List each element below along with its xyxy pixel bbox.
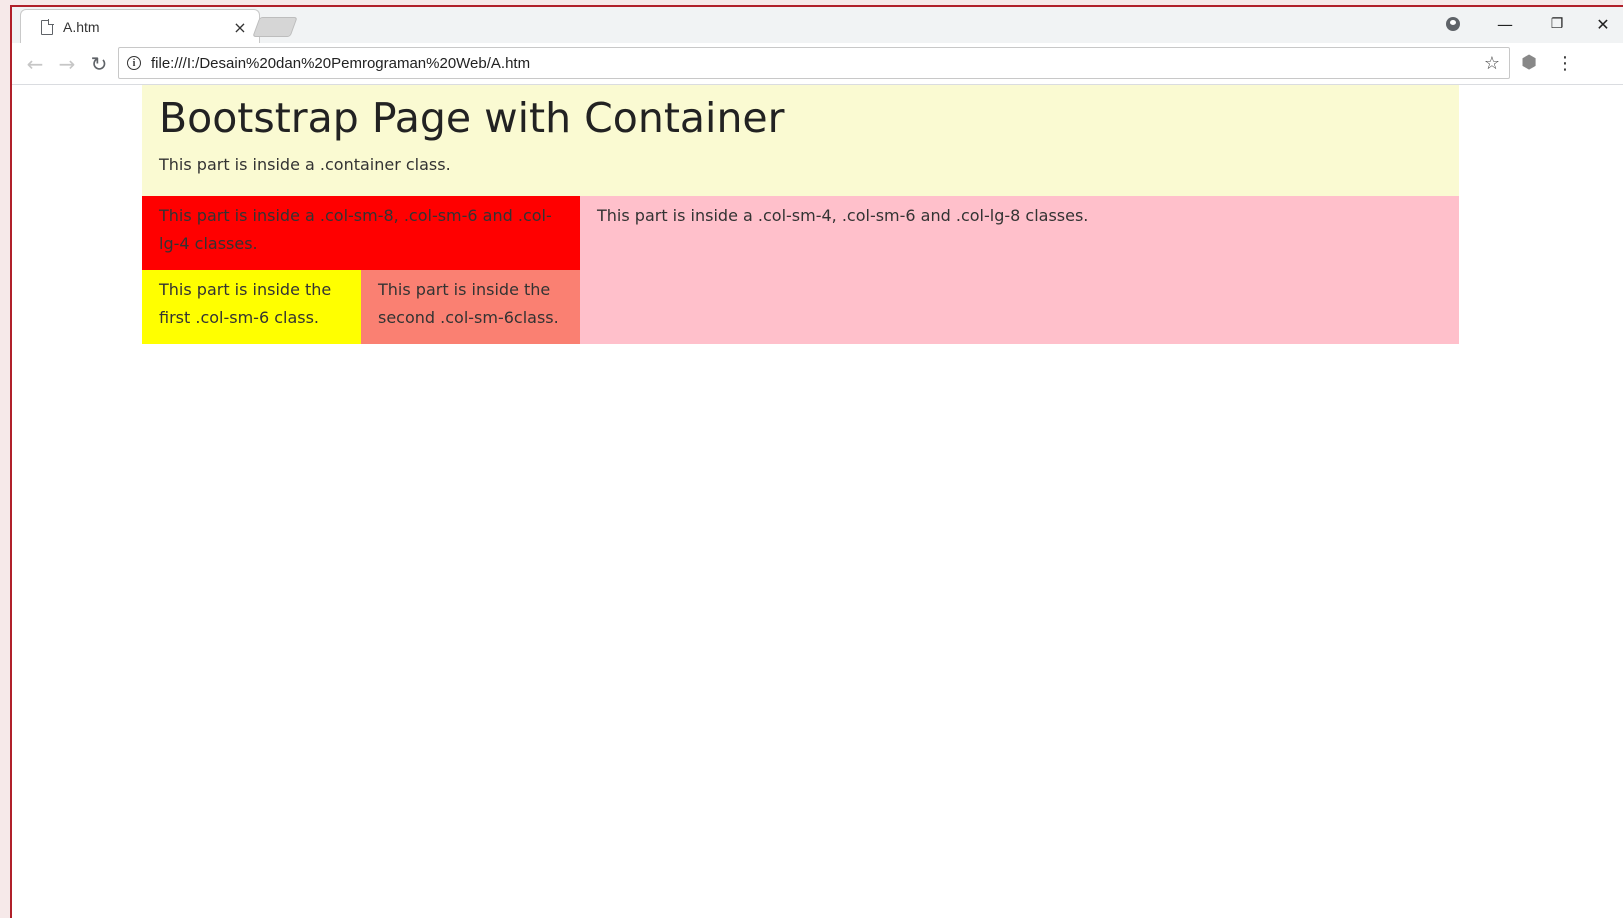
new-tab-button[interactable] (252, 17, 298, 37)
tab-title: A.htm (63, 19, 100, 35)
close-window-button[interactable]: ✕ (1583, 7, 1623, 41)
bootstrap-container: Bootstrap Page with Container This part … (142, 85, 1459, 344)
window-controls: — ❐ ✕ (1427, 7, 1623, 41)
nested-row: This part is inside the first .col-sm-6 … (142, 270, 580, 344)
document-icon (41, 19, 53, 35)
page-viewport: Bootstrap Page with Container This part … (12, 85, 1623, 918)
profile-button[interactable] (1427, 7, 1479, 41)
info-icon[interactable]: i (127, 56, 141, 70)
address-bar[interactable]: i file:///I:/Desain%20dan%20Pemrograman%… (118, 47, 1510, 79)
extension-icon[interactable]: ⬢ (1520, 52, 1538, 73)
back-arrow-icon: ← (26, 52, 44, 76)
yellow-column: This part is inside the first .col-sm-6 … (142, 270, 361, 344)
red-column-text: This part is inside a .col-sm-8, .col-sm… (159, 206, 552, 253)
pink-column: This part is inside a .col-sm-4, .col-sm… (580, 196, 1459, 344)
minimize-button[interactable]: — (1479, 7, 1531, 41)
grid-row: This part is inside a .col-sm-8, .col-sm… (142, 196, 1459, 344)
browser-window: A.htm × — ❐ ✕ ← → ↻ i file:///I:/Desain%… (10, 5, 1623, 918)
close-icon: ✕ (1596, 14, 1610, 34)
pink-column-text: This part is inside a .col-sm-4, .col-sm… (597, 206, 1089, 225)
jumbotron: Bootstrap Page with Container This part … (142, 85, 1459, 196)
salmon-column: This part is inside the second .col-sm-6… (361, 270, 580, 344)
salmon-column-text: This part is inside the second .col-sm-6… (378, 280, 559, 327)
left-column: This part is inside a .col-sm-8, .col-sm… (142, 196, 580, 344)
container-text: This part is inside a .container class. (159, 155, 451, 174)
toolbar: ← → ↻ i file:///I:/Desain%20dan%20Pemrog… (12, 43, 1623, 85)
reload-icon: ↻ (90, 52, 108, 76)
back-button[interactable]: ← (22, 51, 48, 77)
yellow-column-text: This part is inside the first .col-sm-6 … (159, 280, 332, 327)
red-column: This part is inside a .col-sm-8, .col-sm… (142, 196, 580, 270)
minimize-icon: — (1497, 14, 1513, 34)
browser-tab[interactable]: A.htm × (20, 9, 260, 43)
page-heading: Bootstrap Page with Container (159, 94, 785, 142)
title-bar: A.htm × — ❐ ✕ (12, 7, 1623, 43)
reload-button[interactable]: ↻ (86, 51, 112, 77)
restore-icon: ❐ (1550, 16, 1564, 32)
star-icon[interactable]: ☆ (1481, 53, 1503, 74)
profile-icon (1446, 17, 1460, 31)
forward-button[interactable]: → (54, 51, 80, 77)
url-text[interactable]: file:///I:/Desain%20dan%20Pemrograman%20… (151, 55, 1481, 72)
forward-arrow-icon: → (58, 52, 76, 76)
menu-icon[interactable]: ⋮ (1556, 53, 1574, 74)
restore-button[interactable]: ❐ (1531, 7, 1583, 41)
tab-close-button[interactable]: × (231, 18, 249, 37)
